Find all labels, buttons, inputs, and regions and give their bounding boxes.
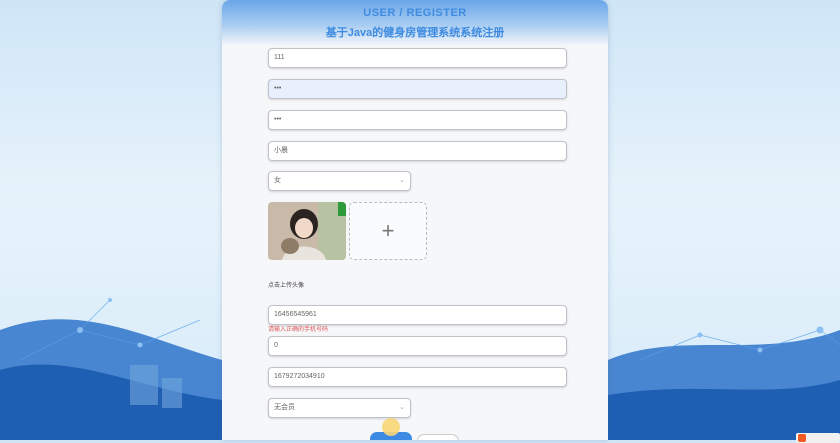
membership-select[interactable]: 无会员 ⌄	[268, 398, 411, 418]
plus-icon: +	[381, 218, 395, 243]
avatar-upload-label: 点击上传头像	[268, 283, 305, 289]
secondary-button[interactable]	[417, 434, 459, 440]
corner-logo	[796, 433, 840, 443]
gender-select-value: 女	[274, 177, 281, 184]
avatar-image[interactable]	[268, 202, 346, 260]
membership-select-value: 无会员	[274, 404, 295, 411]
chevron-down-icon: ⌄	[399, 177, 405, 184]
phone-input[interactable]: 16456545961	[268, 305, 567, 325]
avatar-upload-button[interactable]: +	[349, 202, 427, 260]
number-input[interactable]: 1679272034910	[268, 367, 567, 387]
confirm-password-input[interactable]: •••	[268, 110, 567, 130]
account-input[interactable]: 111	[268, 48, 567, 68]
avatar-photo-icon	[268, 202, 346, 260]
page-title-en: USER / REGISTER	[363, 7, 467, 19]
gender-select[interactable]: 女 ⌄	[268, 171, 411, 191]
mouse-cursor-highlight	[382, 418, 400, 436]
password-input[interactable]: •••	[268, 79, 567, 99]
logo-icon	[798, 434, 806, 442]
phone-error-message: 请输入正确的手机号码	[268, 327, 329, 333]
register-panel: USER / REGISTER 基于Java的健身房管理系统系统注册 111 •…	[222, 0, 608, 440]
page-title: 基于Java的健身房管理系统系统注册	[325, 27, 505, 39]
name-input[interactable]: 小晨	[268, 141, 567, 161]
chevron-down-icon: ⌄	[399, 404, 405, 411]
number-input-zero[interactable]: 0	[268, 336, 567, 356]
